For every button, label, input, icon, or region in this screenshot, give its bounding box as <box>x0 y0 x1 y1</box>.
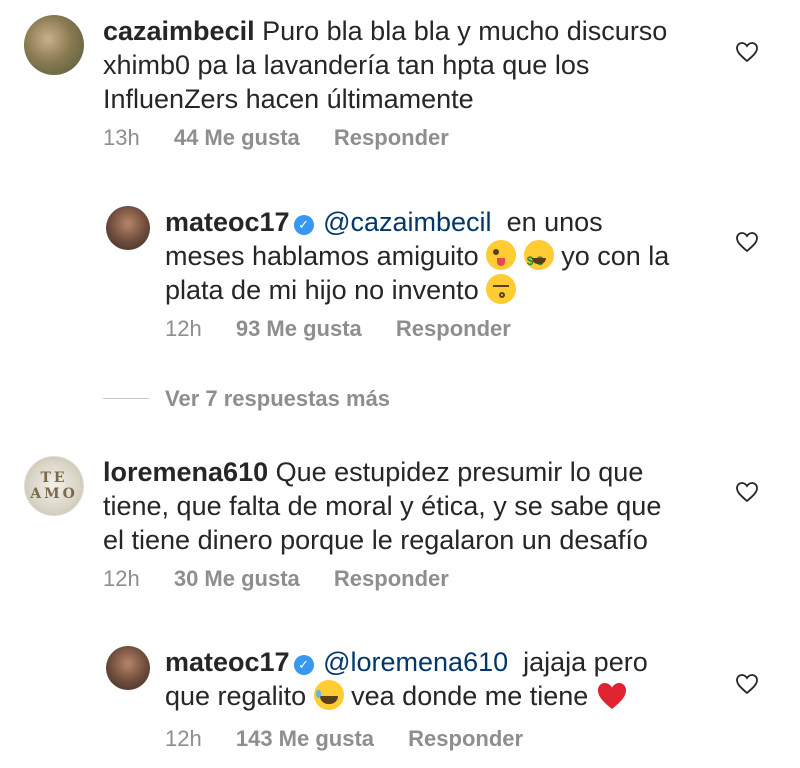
comment-body: loremena610 Que estupidez presumir lo qu… <box>103 455 723 557</box>
verified-badge-icon: ✓ <box>293 655 314 675</box>
comment-text: en unos <box>506 207 603 237</box>
winking-tongue-emoji-icon <box>486 240 517 270</box>
money-mouth-emoji-icon <box>523 240 554 278</box>
red-heart-emoji-icon <box>597 683 626 709</box>
tears-of-joy-emoji-icon <box>313 680 344 710</box>
comment-username[interactable]: loremena610 <box>103 457 268 487</box>
comment-meta: 12h 93 Me gusta Responder <box>165 316 539 342</box>
mention-link[interactable]: @loremena610 <box>323 647 508 677</box>
comment-username[interactable]: cazaimbecil <box>103 16 255 46</box>
view-more-divider <box>103 398 149 399</box>
heart-outline-icon[interactable] <box>735 672 759 696</box>
heart-outline-icon[interactable] <box>735 480 759 504</box>
comment-text: tiene, que falta de moral y ética, y se … <box>103 491 662 521</box>
likes-count[interactable]: 30 Me gusta <box>174 566 300 591</box>
comment-meta: 13h 44 Me gusta Responder <box>103 125 477 151</box>
mention-link[interactable]: @cazaimbecil <box>323 207 491 237</box>
comment-text: vea donde me tiene <box>351 681 589 711</box>
kissing-emoji-icon <box>486 274 517 304</box>
comment-meta: 12h 30 Me gusta Responder <box>103 566 477 592</box>
avatar-text: TE AMO <box>30 470 78 502</box>
likes-count[interactable]: 93 Me gusta <box>236 316 362 341</box>
comment-text: InfluenZers hacen últimamente <box>103 84 474 114</box>
comment-text: meses hablamos amiguito <box>165 241 479 271</box>
comment-time: 12h <box>165 726 202 751</box>
comment-text: Que estupidez presumir lo que <box>275 457 644 487</box>
comment-body: mateoc17 ✓ @cazaimbecil en unos meses hab… <box>165 205 725 307</box>
comment-username[interactable]: mateoc17 <box>165 207 290 237</box>
avatar-mateoc17[interactable] <box>106 646 150 690</box>
reply-button[interactable]: Responder <box>408 726 523 751</box>
comment-body: cazaimbecil Puro bla bla bla y mucho dis… <box>103 14 723 116</box>
avatar-cazaimbecil[interactable] <box>24 15 84 75</box>
comment-body: mateoc17 ✓ @loremena610 jajaja pero que r… <box>165 645 725 713</box>
comment-meta: 12h 143 Me gusta Responder <box>165 726 551 752</box>
comment-time: 12h <box>165 316 202 341</box>
reply-button[interactable]: Responder <box>334 125 449 150</box>
likes-count[interactable]: 44 Me gusta <box>174 125 300 150</box>
heart-outline-icon[interactable] <box>735 230 759 254</box>
comment-text: Puro bla bla bla y mucho discurso <box>262 16 668 46</box>
comment-time: 12h <box>103 566 140 591</box>
avatar-mateoc17[interactable] <box>106 206 150 250</box>
comment-username[interactable]: mateoc17 <box>165 647 290 677</box>
avatar-loremena610[interactable]: TE AMO <box>24 456 84 516</box>
heart-outline-icon[interactable] <box>735 40 759 64</box>
likes-count[interactable]: 143 Me gusta <box>236 726 374 751</box>
comment-text: plata de mi hijo no invento <box>165 275 479 305</box>
comment-text: que regalito <box>165 681 307 711</box>
reply-button[interactable]: Responder <box>334 566 449 591</box>
comment-text: el tiene dinero porque le regalaron un d… <box>103 525 648 555</box>
comment-text: jajaja pero <box>523 647 648 677</box>
verified-badge-icon: ✓ <box>293 215 314 235</box>
view-more-replies-button[interactable]: Ver 7 respuestas más <box>165 386 390 412</box>
reply-button[interactable]: Responder <box>396 316 511 341</box>
comment-time: 13h <box>103 125 140 150</box>
comment-text: xhimb0 pa la lavandería tan hpta que los <box>103 50 590 80</box>
comment-text: yo con la <box>561 241 670 271</box>
